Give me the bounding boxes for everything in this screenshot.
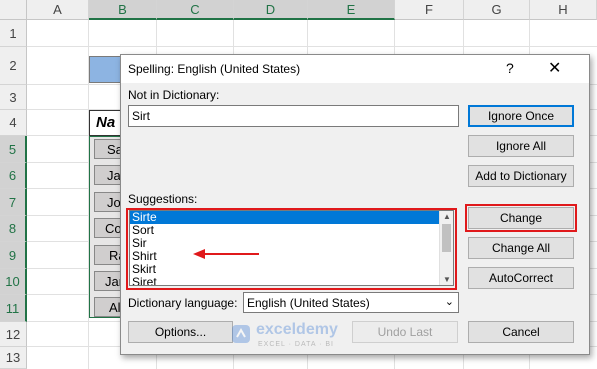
- name-cell-text: Al: [109, 300, 121, 315]
- cancel-button[interactable]: Cancel: [468, 321, 574, 343]
- chevron-down-icon[interactable]: ⌄: [445, 295, 454, 308]
- spelling-dialog: Spelling: English (United States) ? ✕ No…: [120, 54, 590, 355]
- dialog-title-bar: Spelling: English (United States) ? ✕: [121, 55, 589, 83]
- column-header-h[interactable]: H: [530, 0, 597, 20]
- add-to-dictionary-button[interactable]: Add to Dictionary: [468, 165, 574, 187]
- select-all-corner[interactable]: [0, 0, 27, 20]
- dictionary-language-label: Dictionary language:: [128, 296, 238, 310]
- dictionary-language-select[interactable]: English (United States) ⌄: [243, 292, 459, 313]
- suggestions-highlight: [126, 208, 457, 290]
- column-header-e[interactable]: E: [308, 0, 395, 20]
- name-cell-text: Ja: [107, 168, 121, 183]
- column-header-f[interactable]: F: [395, 0, 464, 20]
- gridline: [27, 46, 597, 47]
- options-button[interactable]: Options...: [128, 321, 233, 343]
- not-in-dictionary-value: Sirt: [132, 109, 150, 123]
- watermark-tagline: EXCEL · DATA · BI: [258, 341, 334, 348]
- exceldemy-watermark: exceldemy EXCEL · DATA · BI: [230, 321, 370, 353]
- help-icon[interactable]: ?: [506, 60, 514, 76]
- row-header-7[interactable]: 7: [0, 189, 27, 216]
- not-in-dictionary-label: Not in Dictionary:: [128, 88, 220, 102]
- name-cell-text: Jo: [107, 195, 121, 210]
- column-header-g[interactable]: G: [464, 0, 530, 20]
- row-header-11[interactable]: 11: [0, 295, 27, 322]
- row-header-1[interactable]: 1: [0, 20, 27, 47]
- change-all-button[interactable]: Change All: [468, 237, 574, 259]
- column-header-c[interactable]: C: [157, 0, 234, 20]
- column-header-d[interactable]: D: [234, 0, 308, 20]
- row-header-4[interactable]: 4: [0, 110, 27, 136]
- row-header-5[interactable]: 5: [0, 136, 27, 163]
- row-header-12[interactable]: 12: [0, 322, 27, 347]
- row-header-13[interactable]: 13: [0, 347, 27, 369]
- change-highlight: [465, 204, 577, 232]
- row-header-10[interactable]: 10: [0, 269, 27, 295]
- row-header-3[interactable]: 3: [0, 85, 27, 110]
- suggestions-label: Suggestions:: [128, 192, 198, 206]
- table-header-text: Na: [96, 114, 116, 131]
- exceldemy-logo-icon: [232, 325, 250, 343]
- column-header-a[interactable]: A: [27, 0, 89, 20]
- close-icon[interactable]: ✕: [548, 58, 561, 78]
- row-header-2[interactable]: 2: [0, 47, 27, 85]
- row-header-8[interactable]: 8: [0, 216, 27, 242]
- ignore-once-button[interactable]: Ignore Once: [468, 105, 574, 127]
- dictionary-language-value: English (United States): [247, 296, 370, 310]
- dialog-title: Spelling: English (United States): [128, 62, 301, 76]
- not-in-dictionary-input[interactable]: Sirt: [128, 105, 459, 127]
- ignore-all-button[interactable]: Ignore All: [468, 135, 574, 157]
- autocorrect-button[interactable]: AutoCorrect: [468, 267, 574, 289]
- watermark-brand: exceldemy: [256, 321, 338, 338]
- column-header-b[interactable]: B: [89, 0, 157, 20]
- row-header-9[interactable]: 9: [0, 242, 27, 269]
- row-header-6[interactable]: 6: [0, 163, 27, 189]
